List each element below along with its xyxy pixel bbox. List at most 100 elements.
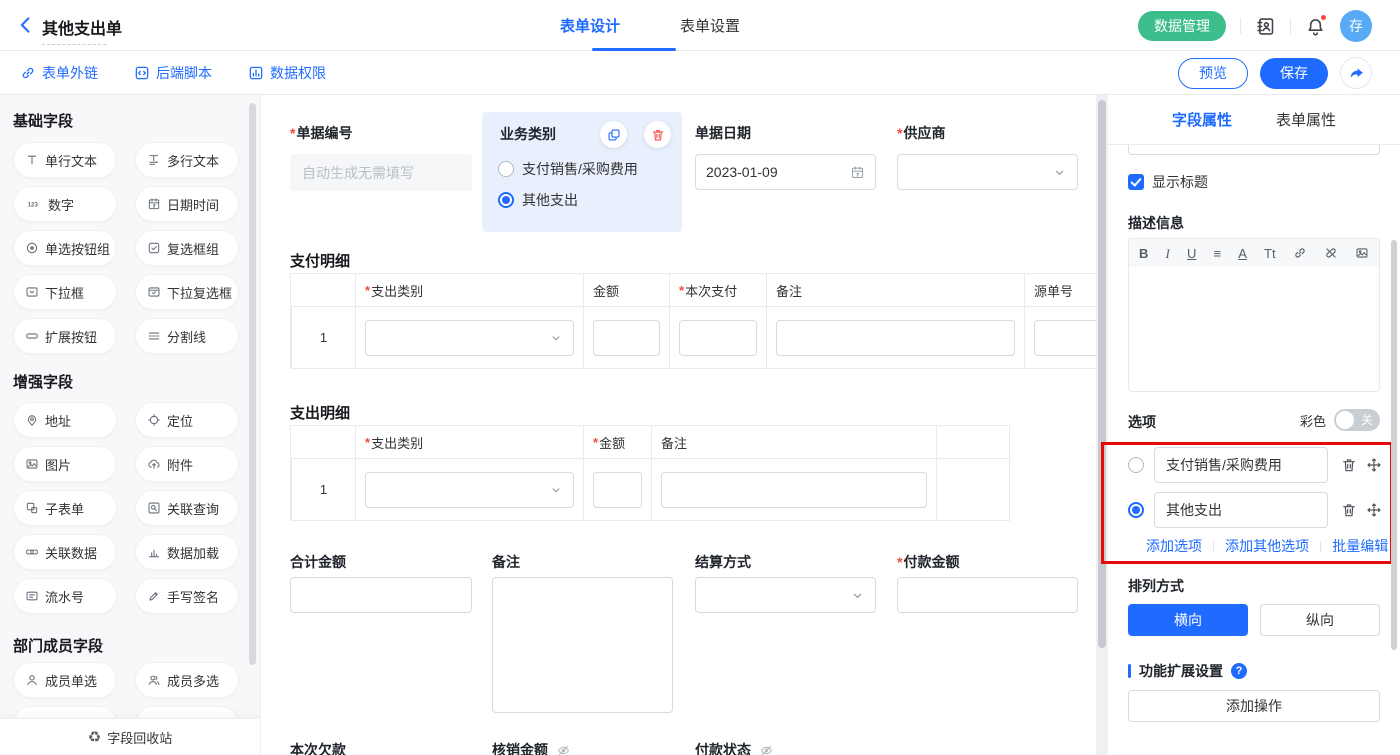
option-2-radio[interactable] — [1128, 502, 1144, 518]
pay-detail-this-pay-input[interactable] — [679, 320, 757, 356]
italic-button[interactable]: I — [1166, 247, 1170, 260]
field-location[interactable]: 定位 — [135, 402, 239, 438]
field-checkbox-group[interactable]: 复选框组 — [135, 230, 239, 266]
duplicate-field-button[interactable] — [600, 121, 627, 148]
insert-link-button[interactable] — [1293, 246, 1307, 260]
bill-no-input[interactable] — [290, 154, 472, 191]
field-multi-select[interactable]: 下拉复选框 — [135, 274, 239, 310]
move-option-icon[interactable] — [1366, 457, 1382, 473]
share-button[interactable] — [1340, 57, 1372, 89]
add-other-option-link[interactable]: 添加其他选项 — [1225, 536, 1309, 556]
properties-panel: 字段属性 表单属性 显示标题 描述信息 B I U ≡ A Tt 选项 彩色 关 — [1108, 95, 1400, 755]
bill-no-input-field[interactable] — [302, 165, 460, 181]
field-member-multi[interactable]: 成员多选 — [135, 662, 239, 698]
avatar[interactable]: 存 — [1340, 10, 1372, 42]
option-2-input-field[interactable] — [1166, 502, 1316, 518]
option-1-input-field[interactable] — [1166, 457, 1316, 473]
field-data-load[interactable]: 数据加载 — [135, 534, 239, 570]
option-2-input[interactable] — [1154, 492, 1328, 528]
top-header: 其他支出单 表单设计 表单设置 数据管理 存 — [0, 0, 1400, 51]
form-external-link-button[interactable]: 表单外链 — [20, 63, 98, 83]
expense-detail-remark-input[interactable] — [661, 472, 927, 508]
bill-date-input[interactable] — [695, 154, 876, 190]
option-1-input[interactable] — [1154, 447, 1328, 483]
pay-detail-category-select[interactable] — [365, 320, 574, 356]
delete-option-icon[interactable] — [1341, 457, 1357, 473]
data-manage-button[interactable]: 数据管理 — [1138, 11, 1226, 41]
pay-detail-source-no-input[interactable] — [1034, 320, 1096, 356]
delete-option-icon[interactable] — [1341, 502, 1357, 518]
pay-detail-amount-input[interactable] — [593, 320, 660, 356]
tab-form-properties[interactable]: 表单属性 — [1270, 109, 1342, 130]
radio-unselected-icon[interactable] — [498, 161, 514, 177]
field-extend-button[interactable]: 扩展按钮 — [13, 318, 117, 354]
selected-field-biz-type[interactable]: 业务类别 支付销售/采购费用 其他支出 — [482, 112, 682, 232]
field-image[interactable]: 图片 — [13, 446, 117, 482]
underline-button[interactable]: U — [1187, 247, 1196, 260]
description-editor[interactable] — [1128, 267, 1380, 392]
sidebar-scrollbar[interactable] — [249, 103, 256, 665]
insert-image-button[interactable] — [1355, 246, 1369, 260]
field-serial-number[interactable]: 流水号 — [13, 578, 117, 614]
field-subform[interactable]: 子表单 — [13, 490, 117, 526]
batch-edit-link[interactable]: 批量编辑 — [1332, 536, 1388, 556]
expense-detail-category-select[interactable] — [365, 472, 574, 508]
field-lookup-query[interactable]: 关联查询 — [135, 490, 239, 526]
supplier-select[interactable] — [897, 154, 1078, 190]
total-amount-input[interactable] — [290, 577, 472, 613]
preview-button[interactable]: 预览 — [1178, 58, 1248, 89]
arrange-horizontal-button[interactable]: 横向 — [1128, 604, 1248, 636]
delete-field-button[interactable] — [644, 121, 671, 148]
panel-scrollbar[interactable] — [1391, 240, 1397, 650]
canvas-scrollbar[interactable] — [1098, 100, 1106, 648]
field-divider-line[interactable]: 分割线 — [135, 318, 239, 354]
field-related-data[interactable]: 关联数据 — [13, 534, 117, 570]
move-option-icon[interactable] — [1366, 502, 1382, 518]
field-member-single[interactable]: 成员单选 — [13, 662, 117, 698]
help-question-icon[interactable]: ? — [1231, 663, 1247, 679]
address-book-button[interactable] — [1255, 16, 1276, 37]
field-address[interactable]: 地址 — [13, 402, 117, 438]
data-permission-button[interactable]: 数据权限 — [248, 63, 326, 83]
biz-type-option-1[interactable]: 支付销售/采购费用 — [498, 159, 638, 179]
field-radio-group[interactable]: 单选按钮组 — [13, 230, 117, 266]
field-multi-line-text[interactable]: 多行文本 — [135, 142, 239, 178]
field-single-line-text[interactable]: 单行文本 — [13, 142, 117, 178]
biz-type-option-2[interactable]: 其他支出 — [498, 190, 578, 210]
field-select[interactable]: 下拉框 — [13, 274, 117, 310]
bold-button[interactable]: B — [1139, 247, 1148, 260]
field-recycle-bin-button[interactable]: ♻ 字段回收站 — [0, 718, 260, 755]
pay-amount-input[interactable] — [897, 577, 1078, 613]
radio-selected-icon[interactable] — [498, 192, 514, 208]
section-title-basic-fields: 基础字段 — [13, 110, 73, 131]
font-color-button[interactable]: A — [1238, 247, 1247, 260]
align-button[interactable]: ≡ — [1214, 247, 1222, 260]
tab-form-settings[interactable]: 表单设置 — [680, 15, 740, 36]
color-toggle[interactable]: 关 — [1334, 409, 1380, 431]
settle-method-select[interactable] — [695, 577, 876, 613]
show-title-checkbox[interactable] — [1128, 174, 1144, 190]
back-button[interactable] — [16, 15, 36, 35]
bill-date-input-field[interactable] — [706, 164, 850, 180]
remark-textarea[interactable] — [492, 577, 673, 713]
backend-script-button[interactable]: 后端脚本 — [134, 63, 212, 83]
notification-button[interactable] — [1305, 16, 1326, 37]
option-1-radio[interactable] — [1128, 457, 1144, 473]
field-datetime[interactable]: 日期时间 — [135, 186, 239, 222]
remove-link-button[interactable] — [1324, 246, 1338, 260]
add-action-button[interactable]: 添加操作 — [1128, 690, 1380, 722]
expense-detail-row-index: 1 — [291, 459, 355, 520]
tab-field-properties[interactable]: 字段属性 — [1166, 109, 1238, 130]
pay-detail-remark-input[interactable] — [776, 320, 1015, 356]
field-attachment[interactable]: 附件 — [135, 446, 239, 482]
expense-detail-amount-input[interactable] — [593, 472, 642, 508]
field-number[interactable]: 数字 — [13, 186, 117, 222]
font-size-button[interactable]: Tt — [1264, 247, 1276, 260]
single-line-text-icon — [25, 153, 39, 167]
add-option-link[interactable]: 添加选项 — [1146, 536, 1202, 556]
save-button[interactable]: 保存 — [1260, 58, 1328, 89]
field-signature[interactable]: 手写签名 — [135, 578, 239, 614]
tab-form-design[interactable]: 表单设计 — [560, 15, 620, 36]
debt-label: 本次欠款 — [290, 740, 346, 755]
arrange-vertical-button[interactable]: 纵向 — [1260, 604, 1380, 636]
